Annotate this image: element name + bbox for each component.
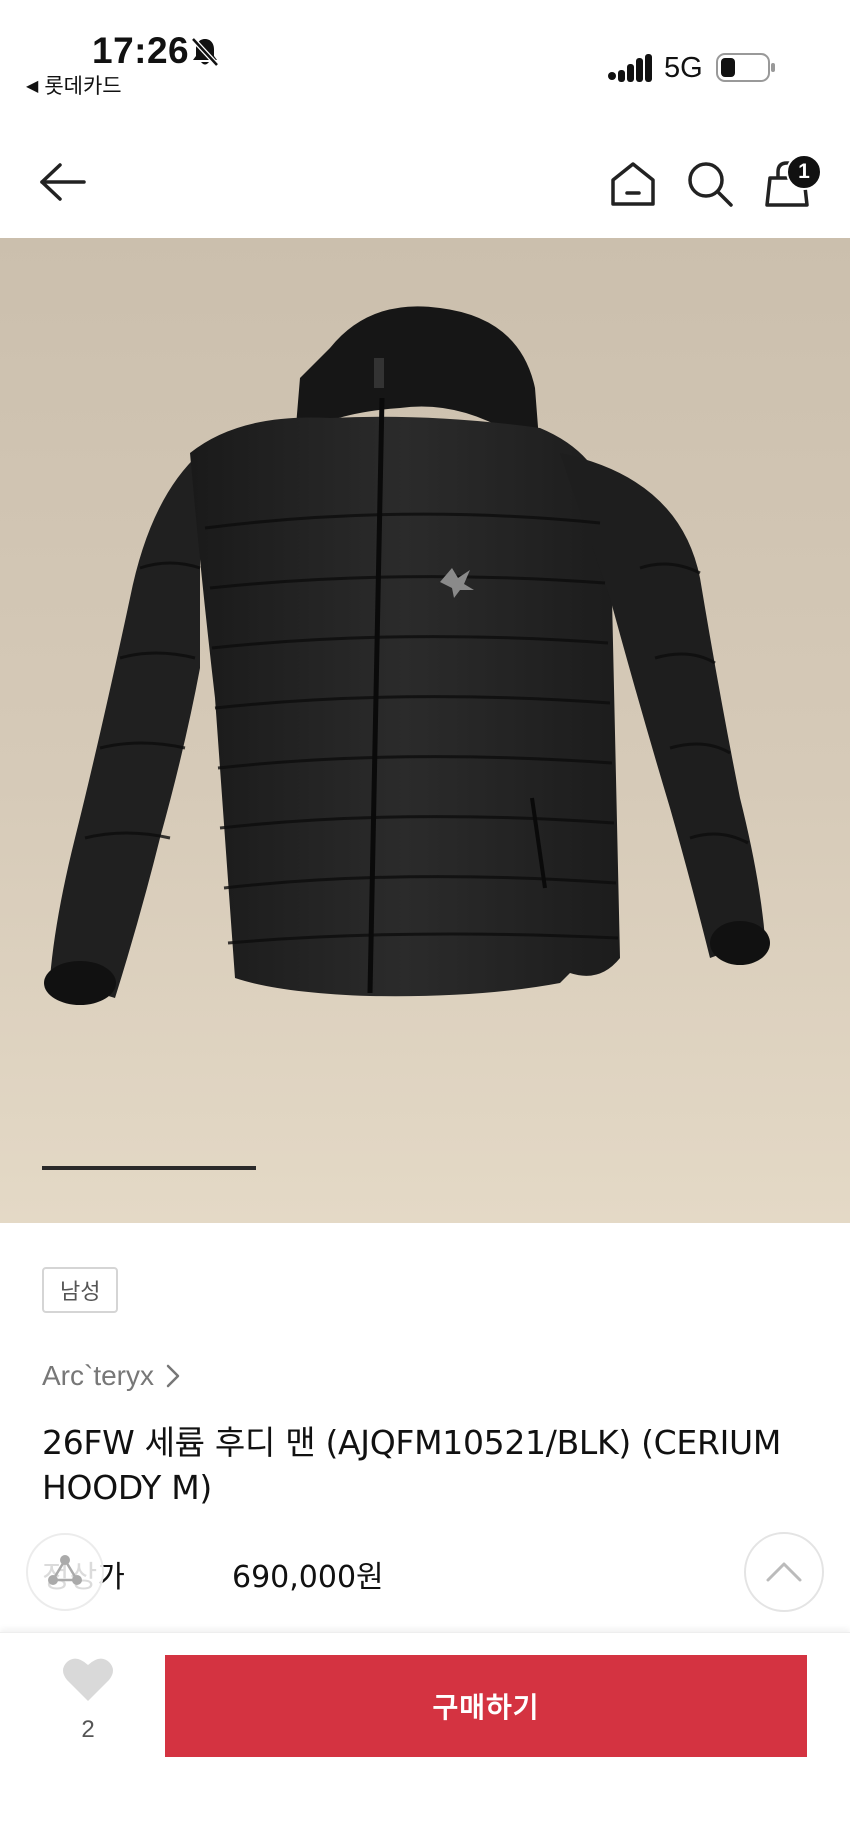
scroll-top-button[interactable] [744,1532,824,1612]
signal-icon [608,54,652,82]
status-bar: 17:26 ◀ 롯데카드 5G [0,0,850,110]
heart-icon [63,1658,113,1701]
network-type: 5G [664,52,703,84]
top-nav [0,130,850,238]
back-triangle-icon: ◀ [26,75,39,95]
gender-tag: 남성 [42,1267,119,1313]
back-arrow-icon[interactable] [38,160,88,204]
buy-button[interactable]: 구매하기 [165,1655,807,1757]
price-value: 690,000원 [232,1560,384,1595]
product-image [44,306,770,1005]
brand-name: Arc`teryx [42,1360,154,1391]
bell-off-icon [191,37,219,67]
cart-count-badge: 1 [786,154,822,190]
wishlist-count: 2 [81,1716,95,1743]
wishlist-button[interactable]: 2 [60,1655,116,1745]
back-app-label: 롯데카드 [44,74,122,98]
gallery-progress-track [42,1166,808,1170]
share-button[interactable] [26,1533,104,1611]
product-image-gallery[interactable] [0,238,850,1223]
share-icon [48,1555,82,1585]
battery-icon [716,53,775,82]
product-title: 26FW 세륨 후디 맨 (AJQFM10521/BLK) (CERIUM HO… [42,1423,782,1507]
brand-link[interactable]: Arc`teryx [42,1360,182,1392]
chevron-right-icon [166,1364,180,1388]
chevron-up-icon [766,1562,802,1582]
home-icon[interactable] [608,160,658,208]
price-row: 정상가 690,000원 [42,1552,762,1596]
bottom-action-bar: 2 구매하기 [0,1632,850,1848]
status-time: 17:26 [92,30,190,71]
search-icon[interactable] [686,160,734,208]
back-to-app-link[interactable]: ◀ 롯데카드 [26,70,122,100]
gallery-progress-indicator [42,1166,257,1170]
